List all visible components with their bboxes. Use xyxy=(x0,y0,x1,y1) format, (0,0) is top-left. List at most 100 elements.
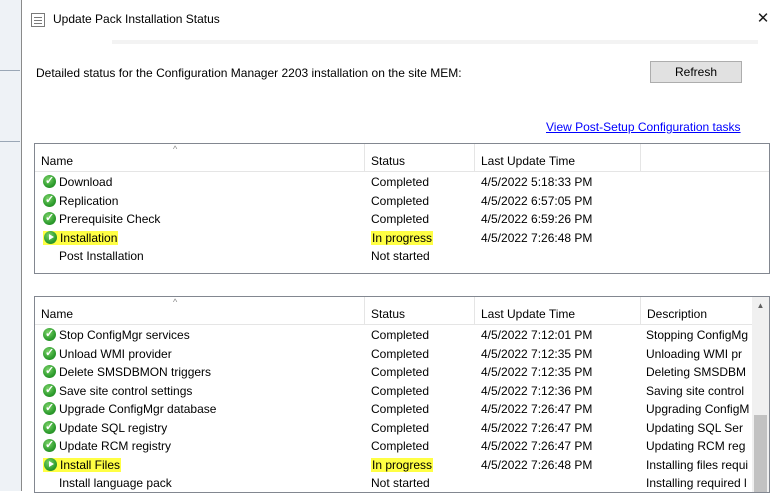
table-row[interactable]: Install Files In progress 4/5/2022 7:26:48… xyxy=(35,456,769,475)
table-row[interactable]: Download Completed 4/5/2022 5:18:33 PM xyxy=(35,173,769,192)
step-name: Download xyxy=(59,175,113,189)
step-name-cell: Prerequisite Check xyxy=(43,210,363,228)
status-description: Detailed status for the Configuration Ma… xyxy=(36,66,462,80)
column-header-name[interactable]: Name ^ xyxy=(35,144,365,171)
column-header-description[interactable]: Description xyxy=(641,297,752,324)
step-time: 4/5/2022 7:26:47 PM xyxy=(481,402,593,416)
step-name-cell: Stop ConfigMgr services xyxy=(43,326,363,344)
step-name-cell: Replication xyxy=(43,192,363,210)
column-header-label: Status xyxy=(371,154,406,168)
column-header-label: Name xyxy=(41,307,74,321)
table-row[interactable]: Install language pack Not started Installi… xyxy=(35,474,769,492)
step-description: Saving site control xyxy=(646,383,745,398)
table-row[interactable]: Update RCM registry Completed 4/5/2022 7:2… xyxy=(35,437,769,456)
window-title: Update Pack Installation Status xyxy=(53,12,220,26)
scroll-up-arrow-icon[interactable]: ▲ xyxy=(752,297,769,314)
check-icon xyxy=(43,192,56,209)
column-header-label: Description xyxy=(647,307,708,321)
step-description: Unloading WMI pr xyxy=(646,346,743,361)
status-text: Completed xyxy=(371,346,430,361)
step-name: Stop ConfigMgr services xyxy=(59,328,190,342)
status-text: Completed xyxy=(371,212,430,226)
step-label-wrap: Replication xyxy=(43,192,118,209)
vertical-scrollbar[interactable]: ▲ xyxy=(752,297,769,492)
installation-details-list[interactable]: Name ^ Status Last Update Time Descripti… xyxy=(34,296,770,493)
step-name-cell: Upgrade ConfigMgr database xyxy=(43,400,363,418)
highlighted-step: Installation xyxy=(43,230,119,245)
status-text: Not started xyxy=(371,476,430,490)
title-separator xyxy=(112,40,758,44)
status-text: In progress xyxy=(371,457,434,472)
column-header-status[interactable]: Status xyxy=(365,297,475,324)
status-text: In progress xyxy=(371,230,434,245)
table-row[interactable]: Stop ConfigMgr services Completed 4/5/2022… xyxy=(35,326,769,345)
scroll-thumb[interactable] xyxy=(754,415,767,492)
table-row[interactable]: Unload WMI provider Completed 4/5/2022 7:1… xyxy=(35,345,769,364)
table-row[interactable]: Update SQL registry Completed 4/5/2022 7:2… xyxy=(35,419,769,438)
table-row[interactable]: Installation In progress 4/5/2022 7:26:48 … xyxy=(35,229,769,248)
blank-icon xyxy=(43,476,56,489)
refresh-button[interactable]: Refresh xyxy=(650,61,742,83)
check-icon xyxy=(43,326,56,343)
list-rows: Stop ConfigMgr services Completed 4/5/2022… xyxy=(35,326,769,492)
table-row[interactable]: Upgrade ConfigMgr database Completed 4/5/2… xyxy=(35,400,769,419)
status-text: Completed xyxy=(371,193,430,208)
step-status: Completed xyxy=(371,192,471,210)
step-status: Completed xyxy=(371,363,471,381)
column-header-status[interactable]: Status xyxy=(365,144,475,171)
check-icon xyxy=(43,345,56,362)
title-bar: Update Pack Installation Status ✕ xyxy=(22,0,784,40)
list-header: Name ^ Status Last Update Time Descripti… xyxy=(35,297,769,325)
step-time: 4/5/2022 7:26:48 PM xyxy=(481,457,593,472)
check-icon xyxy=(43,419,56,436)
table-row[interactable]: Prerequisite Check Completed 4/5/2022 6:59… xyxy=(35,210,769,229)
play-icon xyxy=(44,457,57,471)
step-time: 4/5/2022 7:12:01 PM xyxy=(481,328,593,342)
step-status: Completed xyxy=(371,437,471,455)
window-icon xyxy=(31,13,45,27)
table-row[interactable]: Save site control settings Completed 4/5/2… xyxy=(35,382,769,401)
step-label-wrap: Prerequisite Check xyxy=(43,210,161,227)
post-setup-tasks-link[interactable]: View Post-Setup Configuration tasks xyxy=(546,120,741,134)
column-header-time[interactable]: Last Update Time xyxy=(475,144,641,171)
column-header-label: Status xyxy=(371,307,406,321)
step-status: Completed xyxy=(371,400,471,418)
step-time: 4/5/2022 7:26:48 PM xyxy=(481,230,593,245)
step-name: Install language pack xyxy=(59,476,172,490)
step-time: 4/5/2022 6:59:26 PM xyxy=(481,212,593,226)
step-status: Completed xyxy=(371,419,471,437)
close-button[interactable]: ✕ xyxy=(741,2,784,36)
table-row[interactable]: Delete SMSDBMON triggers Completed 4/5/202… xyxy=(35,363,769,382)
check-icon xyxy=(43,210,56,227)
step-description: Installing files requi xyxy=(646,457,749,472)
step-name: Unload WMI provider xyxy=(59,346,172,361)
step-status: Completed xyxy=(371,210,471,228)
installation-steps-list[interactable]: Name ^ Status Last Update Time Download C… xyxy=(34,143,770,274)
table-row[interactable]: Replication Completed 4/5/2022 6:57:05 PM xyxy=(35,192,769,211)
column-header-label: Last Update Time xyxy=(481,307,576,321)
status-text: Completed xyxy=(371,175,430,189)
column-header-name[interactable]: Name ^ xyxy=(35,297,365,324)
step-status: Completed xyxy=(371,173,471,191)
step-name-cell: Update RCM registry xyxy=(43,437,363,455)
step-time: 4/5/2022 6:57:05 PM xyxy=(481,193,593,208)
step-status: Completed xyxy=(371,382,471,400)
table-row[interactable]: Post Installation Not started xyxy=(35,247,769,266)
step-description: Upgrading ConfigM xyxy=(646,402,750,416)
step-name: Update SQL registry xyxy=(59,420,168,435)
step-label-wrap: Save site control settings xyxy=(43,382,192,399)
step-description: Updating RCM reg xyxy=(646,439,746,453)
step-name: Prerequisite Check xyxy=(59,212,161,226)
check-icon xyxy=(43,363,56,380)
column-header-time[interactable]: Last Update Time xyxy=(475,297,641,324)
step-label-wrap: Download xyxy=(43,173,113,190)
status-text: Completed xyxy=(371,365,430,379)
step-label-wrap: Upgrade ConfigMgr database xyxy=(43,400,216,417)
step-status: In progress xyxy=(371,229,471,247)
step-description: Deleting SMSDBM xyxy=(646,365,747,379)
step-label-wrap: Install language pack xyxy=(43,476,172,490)
check-icon xyxy=(43,173,56,190)
step-status: Completed xyxy=(371,345,471,363)
column-header-label: Last Update Time xyxy=(481,154,576,168)
step-name-cell: Install language pack xyxy=(43,474,363,492)
